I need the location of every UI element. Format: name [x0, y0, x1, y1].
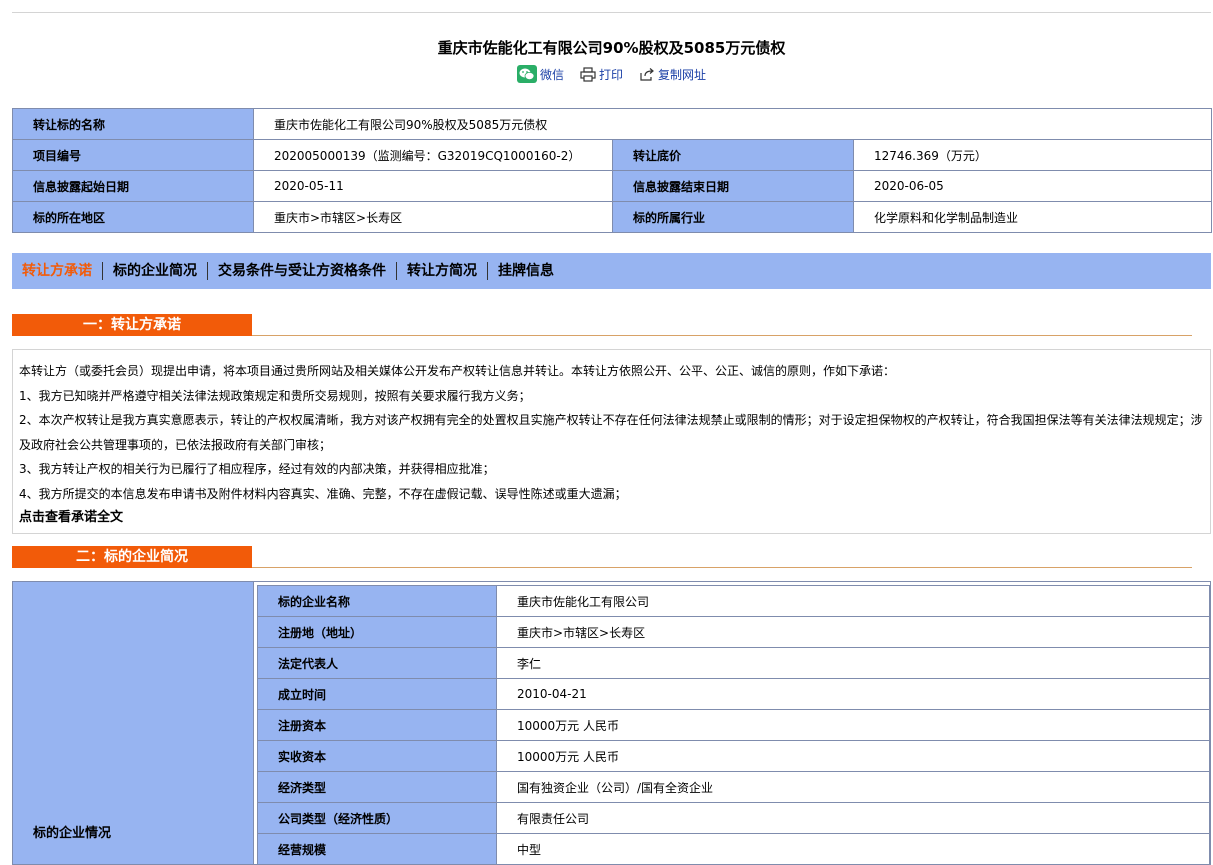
company-left-column: 标的企业情况: [13, 582, 254, 864]
registered-address-value: 重庆市>市辖区>长寿区: [496, 616, 1210, 648]
section1-rule: [252, 335, 1192, 336]
section1-heading: 一：转让方承诺: [12, 314, 1192, 336]
company-type-label: 公司类型（经济性质）: [257, 802, 497, 834]
share-bar: 微信 打印 复制网址: [12, 65, 1211, 83]
business-scale-label: 经营规模: [257, 833, 497, 864]
business-scale-value: 中型: [496, 833, 1210, 864]
region-value: 重庆市>市辖区>长寿区: [253, 201, 613, 233]
founded-date-label: 成立时间: [257, 678, 497, 710]
registered-capital-value: 10000万元 人民币: [496, 709, 1210, 741]
copy-url-label: 复制网址: [658, 67, 707, 82]
company-type-value: 有限责任公司: [496, 802, 1210, 834]
start-date-label: 信息披露起始日期: [12, 170, 254, 202]
wechat-icon: [516, 65, 537, 83]
share-link-icon: [640, 67, 654, 81]
registered-capital-label: 注册资本: [257, 709, 497, 741]
industry-label: 标的所属行业: [612, 201, 854, 233]
base-price-value: 12746.369（万元）: [853, 139, 1212, 171]
table-row: 经营规模 中型: [257, 833, 1210, 864]
legal-rep-value: 李仁: [496, 647, 1210, 679]
print-icon: [580, 66, 596, 82]
industry-value: 化学原料和化学制品制造业: [853, 201, 1212, 233]
tab-seller-profile[interactable]: 转让方简况: [397, 262, 487, 280]
tab-target-company[interactable]: 标的企业简况: [103, 262, 207, 280]
tab-trade-conditions[interactable]: 交易条件与受让方资格条件: [208, 262, 396, 280]
view-full-commitment-link[interactable]: 点击查看承诺全文: [19, 506, 1204, 531]
founded-date-value: 2010-04-21: [496, 678, 1210, 710]
tab-listing-info[interactable]: 挂牌信息: [488, 262, 564, 280]
section2-title: 二：标的企业简况: [12, 546, 252, 568]
company-info-label: 标的企业情况: [33, 826, 112, 841]
copy-url-button[interactable]: 复制网址: [639, 66, 706, 83]
company-info-table: 标的企业名称 重庆市佐能化工有限公司 注册地（地址） 重庆市>市辖区>长寿区 法…: [257, 585, 1210, 864]
table-row: 公司类型（经济性质） 有限责任公司: [257, 802, 1210, 834]
economic-type-label: 经济类型: [257, 771, 497, 803]
share-wechat-button[interactable]: 微信: [516, 65, 564, 83]
section1-title: 一：转让方承诺: [12, 314, 252, 336]
page-title: 重庆市佐能化工有限公司90%股权及5085万元债权: [437, 39, 786, 57]
info-row-region: 标的所在地区 重庆市>市辖区>长寿区 标的所属行业 化学原料和化学制品制造业: [12, 201, 1212, 233]
table-row: 成立时间 2010-04-21: [257, 678, 1210, 710]
start-date-value: 2020-05-11: [253, 170, 613, 202]
tab-seller-commitment[interactable]: 转让方承诺: [22, 262, 102, 280]
print-button[interactable]: 打印: [580, 66, 623, 83]
section2-rule: [252, 567, 1192, 568]
company-name-label: 标的企业名称: [257, 585, 497, 617]
end-date-label: 信息披露结束日期: [612, 170, 854, 202]
section-tab-bar: 转让方承诺 标的企业简况 交易条件与受让方资格条件 转让方简况 挂牌信息: [12, 253, 1211, 289]
print-label: 打印: [598, 67, 623, 82]
project-info-table: 转让标的名称 重庆市佐能化工有限公司90%股权及5085万元债权 项目编号 20…: [12, 108, 1212, 233]
table-row: 注册资本 10000万元 人民币: [257, 709, 1210, 741]
commitment-text-box: 本转让方（或委托会员）现提出申请，将本项目通过贵所网站及相关媒体公开发布产权转让…: [12, 349, 1211, 534]
table-row: 法定代表人 李仁: [257, 647, 1210, 679]
commitment-item-4: 4、我方所提交的本信息发布申请书及附件材料内容真实、准确、完整，不存在虚假记载、…: [19, 486, 627, 501]
share-wechat-label: 微信: [539, 67, 564, 82]
company-name-value: 重庆市佐能化工有限公司: [496, 585, 1210, 617]
title-block: 重庆市佐能化工有限公司90%股权及5085万元债权 微信 打印 复制网址: [12, 13, 1211, 108]
table-row: 实收资本 10000万元 人民币: [257, 740, 1210, 772]
paid-in-capital-label: 实收资本: [257, 740, 497, 772]
table-row: 注册地（地址） 重庆市>市辖区>长寿区: [257, 616, 1210, 648]
end-date-value: 2020-06-05: [853, 170, 1212, 202]
region-label: 标的所在地区: [12, 201, 254, 233]
project-no-label: 项目编号: [12, 139, 254, 171]
registered-address-label: 注册地（地址）: [257, 616, 497, 648]
legal-rep-label: 法定代表人: [257, 647, 497, 679]
economic-type-value: 国有独资企业（公司）/国有全资企业: [496, 771, 1210, 803]
table-row: 标的企业名称 重庆市佐能化工有限公司: [257, 585, 1210, 617]
commitment-item-3: 3、我方转让产权的相关行为已履行了相应程序，经过有效的内部决策，并获得相应批准；: [19, 462, 495, 476]
table-row: 经济类型 国有独资企业（公司）/国有全资企业: [257, 771, 1210, 803]
info-row-project: 项目编号 202005000139（监测编号：G32019CQ1000160-2…: [12, 139, 1212, 171]
commitment-intro: 本转让方（或委托会员）现提出申请，将本项目通过贵所网站及相关媒体公开发布产权转让…: [19, 364, 896, 378]
commitment-item-1: 1、我方已知晓并严格遵守相关法律法规政策规定和贵所交易规则，按照有关要求履行我方…: [19, 388, 531, 403]
company-info-panel: 标的企业情况 标的企业名称 重庆市佐能化工有限公司 注册地（地址） 重庆市>市辖…: [12, 581, 1211, 865]
project-no-value: 202005000139（监测编号：G32019CQ1000160-2）: [253, 139, 613, 171]
subject-name-value: 重庆市佐能化工有限公司90%股权及5085万元债权: [253, 108, 1212, 140]
paid-in-capital-value: 10000万元 人民币: [496, 740, 1210, 772]
subject-name-label: 转让标的名称: [12, 108, 254, 140]
commitment-item-2: 2、本次产权转让是我方真实意愿表示，转让的产权权属清晰，我方对该产权拥有完全的处…: [19, 413, 1203, 452]
info-row-dates: 信息披露起始日期 2020-05-11 信息披露结束日期 2020-06-05: [12, 170, 1212, 202]
info-row-subject: 转让标的名称 重庆市佐能化工有限公司90%股权及5085万元债权: [12, 108, 1212, 140]
section2-heading: 二：标的企业简况: [12, 546, 1192, 568]
base-price-label: 转让底价: [612, 139, 854, 171]
